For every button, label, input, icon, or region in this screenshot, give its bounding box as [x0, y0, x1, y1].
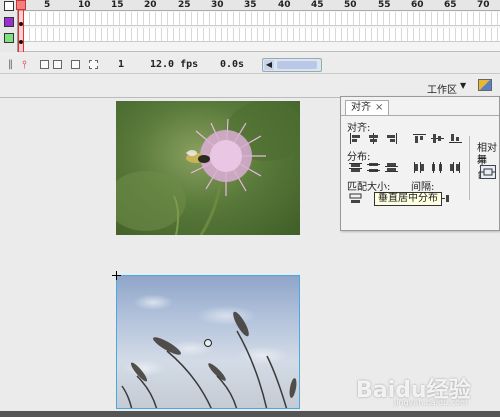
ruler-tick: 15: [111, 0, 124, 10]
current-frame: 1: [118, 59, 125, 70]
flash-authoring-window: 5 10 15 20 25 30 35 40 45 50 55 60 65 70…: [0, 0, 500, 417]
distribute-vertical-center-icon[interactable]: [367, 162, 380, 173]
align-vertical-center-icon[interactable]: [431, 133, 444, 144]
modify-onion-markers-icon[interactable]: [89, 60, 98, 69]
ruler-tick: 50: [344, 0, 357, 10]
timeline-ruler[interactable]: 5 10 15 20 25 30 35 40 45 50 55 60 65 70: [0, 0, 500, 11]
ruler-tick: 10: [78, 0, 91, 10]
match-width-icon[interactable]: [349, 193, 362, 204]
transform-point-icon[interactable]: [204, 339, 212, 347]
layer-frames-row[interactable]: [18, 12, 500, 26]
onion-skin-outlines-icon[interactable]: [53, 60, 62, 69]
layer-color-swatch[interactable]: [4, 33, 14, 43]
align-bottom-edge-icon[interactable]: [449, 133, 462, 144]
align-to-stage-toggle[interactable]: [480, 165, 496, 179]
layer-frames-row[interactable]: [18, 28, 500, 42]
distribute-right-edge-icon[interactable]: [449, 162, 462, 173]
ruler-tick: 70: [477, 0, 490, 10]
distribute-section-label: 分布:: [347, 152, 371, 163]
ruler-tick: 45: [311, 0, 324, 10]
onion-skin-icon[interactable]: [40, 60, 49, 69]
align-section-label: 对齐:: [347, 123, 371, 134]
ruler-tick: 30: [211, 0, 224, 10]
elapsed-time: 0.0s: [220, 59, 245, 70]
flower-illustration: [116, 101, 300, 235]
tooltip: 垂直居中分布: [374, 192, 442, 206]
tab-align-label: 对齐: [351, 102, 371, 113]
close-icon[interactable]: ×: [375, 102, 383, 113]
keyframe-dot-icon[interactable]: [19, 40, 23, 44]
layer-color-swatch[interactable]: [4, 17, 14, 27]
triangle-down-icon[interactable]: ▼: [460, 81, 466, 90]
scrollbar-thumb[interactable]: [277, 61, 317, 69]
layer-outline-square-icon[interactable]: [4, 1, 14, 11]
ruler-tick: 25: [178, 0, 191, 10]
align-panel-body: 对齐: 相对于 舞台: 分布: 匹配大小: 间隔: 垂直居中分布: [341, 115, 499, 230]
distribute-horizontal-center-icon[interactable]: [431, 162, 444, 173]
stage-frame-icon: [481, 168, 495, 176]
ruler-tick: 65: [444, 0, 457, 10]
match-size-section-label: 匹配大小:: [347, 182, 391, 193]
align-top-edge-icon[interactable]: [413, 133, 426, 144]
ruler-tick: 60: [411, 0, 424, 10]
window-bottom-border: [0, 411, 500, 417]
workspace-menu-label[interactable]: 工作区: [427, 81, 457, 96]
timeline-status-bar: ‖ ⫯ 1 12.0 fps 0.0s ◀: [0, 56, 500, 74]
timeline-panel: 5 10 15 20 25 30 35 40 45 50 55 60 65 70: [0, 0, 500, 52]
ruler-tick: 5: [44, 0, 51, 10]
edit-symbols-icon[interactable]: [478, 79, 492, 91]
tab-align[interactable]: 对齐 ×: [345, 100, 390, 115]
panel-divider: [469, 136, 470, 200]
ruler-tick: 20: [144, 0, 157, 10]
distribute-bottom-edge-icon[interactable]: [385, 162, 398, 173]
ruler-tick: 40: [278, 0, 291, 10]
ruler-tick: 55: [378, 0, 391, 10]
align-horizontal-center-icon[interactable]: [367, 133, 380, 144]
frame-rate[interactable]: 12.0 fps: [150, 59, 198, 70]
watermark-url: jingyan.baidu.com: [394, 398, 468, 407]
timeline-horizontal-scrollbar[interactable]: ◀: [262, 58, 322, 72]
align-right-edge-icon[interactable]: [385, 133, 398, 144]
keyframe-dot-icon[interactable]: [19, 22, 23, 26]
crosshair-cursor-icon: [112, 271, 121, 280]
align-panel: 对齐× 对齐: 相对于 舞台: 分布: 匹配大小: 间隔:: [340, 96, 500, 231]
distribute-top-edge-icon[interactable]: [349, 162, 362, 173]
baidu-jingyan-watermark: Baidu经验 jingyan.baidu.com: [356, 372, 496, 407]
playhead-handle[interactable]: [16, 0, 26, 10]
scroll-to-playhead-icon[interactable]: ‖: [8, 59, 13, 70]
scroll-left-arrow-icon[interactable]: ◀: [264, 60, 274, 70]
align-left-edge-icon[interactable]: [349, 133, 362, 144]
ruler-tick: 35: [244, 0, 257, 10]
spacing-section-label: 间隔:: [411, 182, 435, 193]
distribute-left-edge-icon[interactable]: [413, 162, 426, 173]
edit-multiple-frames-icon[interactable]: [71, 60, 80, 69]
center-frame-icon[interactable]: ⫯: [22, 58, 27, 72]
edit-bar: 工作区 ▼: [0, 75, 500, 98]
flower-with-bee-photo[interactable]: [116, 101, 300, 235]
